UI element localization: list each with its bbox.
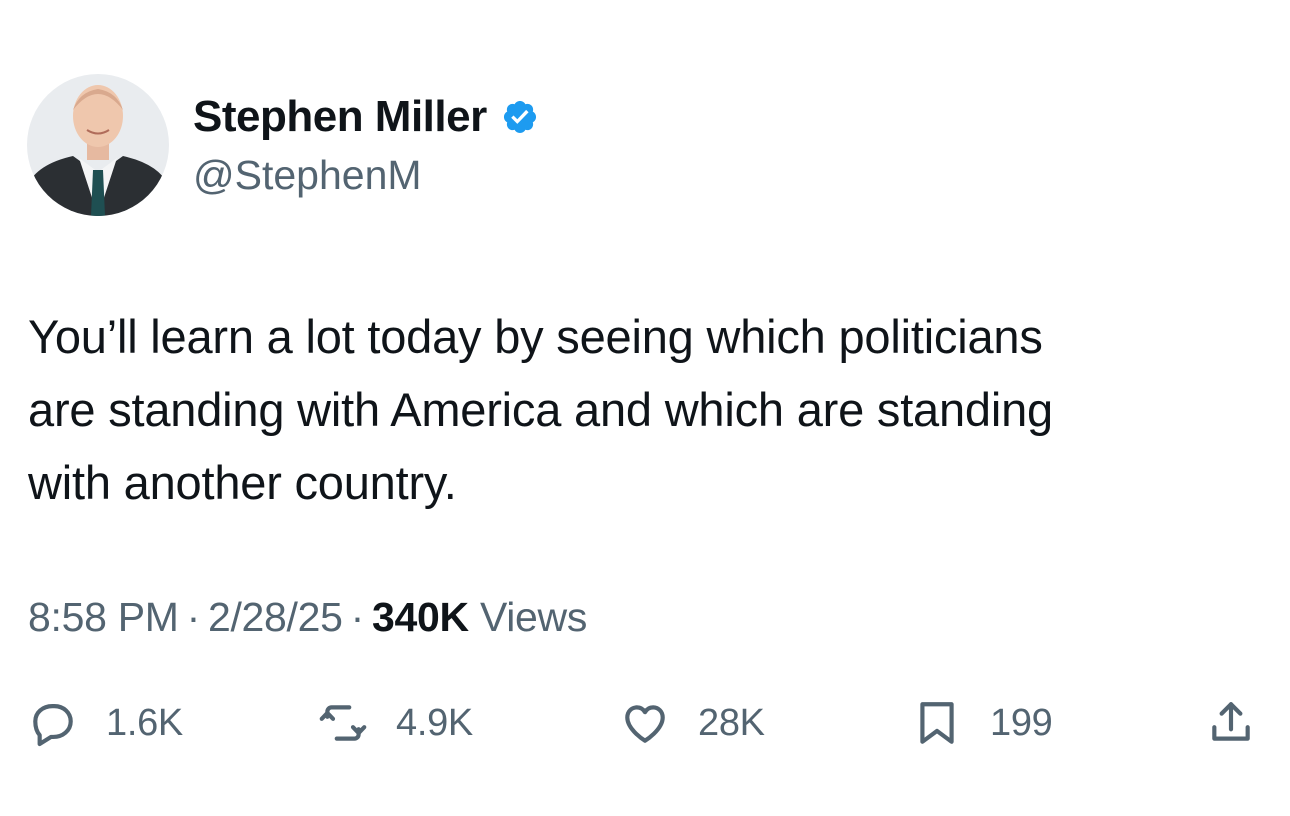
repost-button[interactable]: 4.9K: [318, 690, 473, 756]
tweet-text-line: are standing with America and which are …: [28, 383, 1053, 436]
views-count[interactable]: 340K: [372, 594, 469, 640]
avatar[interactable]: [27, 74, 169, 216]
verified-badge-icon: [499, 96, 541, 138]
author-handle[interactable]: @StephenM: [193, 152, 422, 199]
repost-icon: [319, 705, 367, 741]
author-name[interactable]: Stephen Miller: [193, 92, 541, 142]
reply-button[interactable]: 1.6K: [28, 690, 183, 756]
like-count: 28K: [698, 701, 765, 744]
author-name-text: Stephen Miller: [193, 92, 487, 141]
tweet-time[interactable]: 8:58 PM: [28, 594, 179, 640]
like-button[interactable]: 28K: [620, 690, 765, 756]
avatar-photo: [27, 74, 169, 216]
tweet-text-line: with another country.: [28, 456, 457, 509]
reply-icon: [33, 704, 73, 747]
tweet-text: You’ll learn a lot today by seeing which…: [28, 300, 1268, 519]
bookmark-button[interactable]: 199: [912, 690, 1053, 756]
like-icon: [625, 705, 665, 743]
share-button[interactable]: [1206, 690, 1256, 756]
bookmark-icon: [920, 702, 954, 744]
meta-separator: ·: [186, 594, 201, 640]
tweet-meta: 8:58 PM · 2/28/25 · 340K Views: [28, 594, 587, 641]
tweet-text-line: You’ll learn a lot today by seeing which…: [28, 310, 1043, 363]
meta-separator: ·: [350, 594, 365, 640]
share-icon: [1212, 702, 1250, 741]
bookmark-count: 199: [990, 701, 1053, 744]
views-label: Views: [479, 594, 588, 640]
action-bar: 1.6K 4.9K 28K 199: [0, 690, 1290, 760]
tweet-date[interactable]: 2/28/25: [208, 594, 343, 640]
repost-count: 4.9K: [396, 701, 473, 744]
reply-count: 1.6K: [106, 701, 183, 744]
